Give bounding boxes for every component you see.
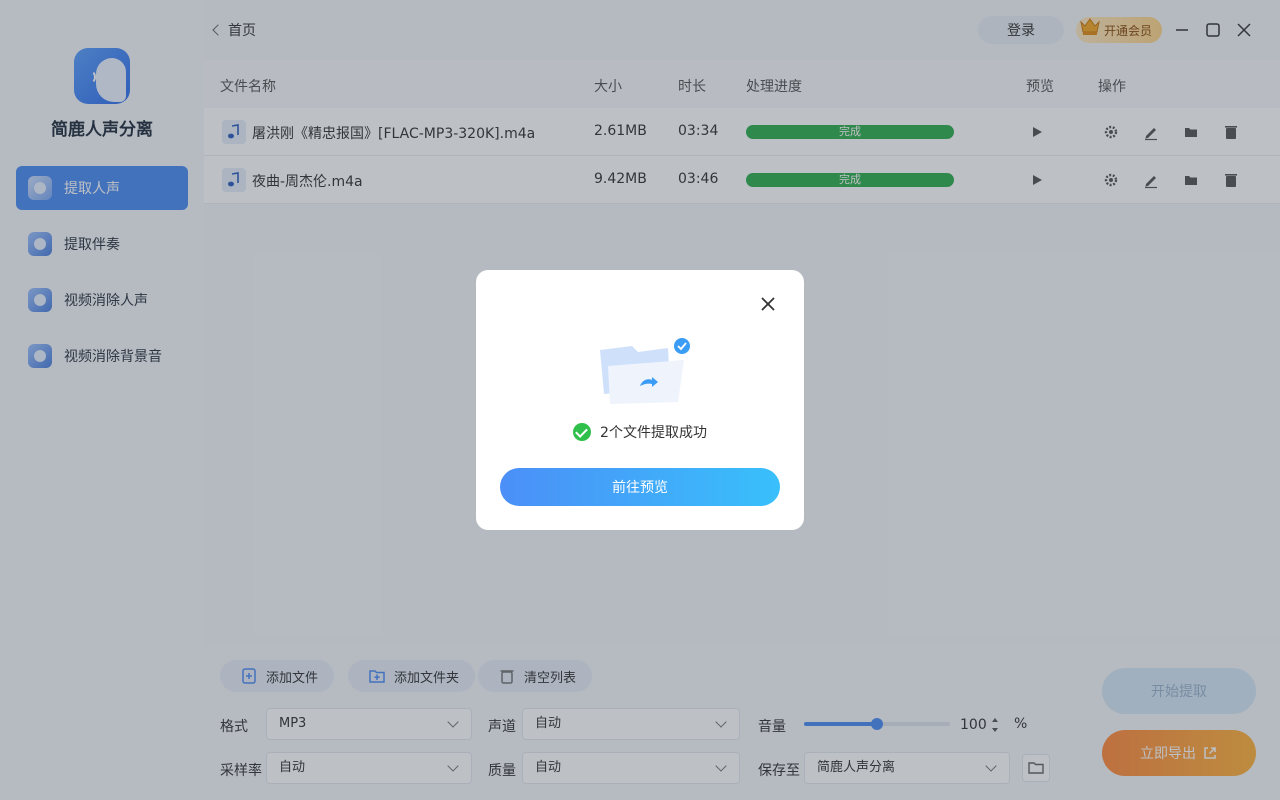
success-dialog: 2个文件提取成功 前往预览: [476, 270, 804, 530]
check-circle-icon: [573, 423, 592, 441]
go-preview-button[interactable]: 前往预览: [500, 468, 780, 506]
close-icon[interactable]: [760, 296, 776, 312]
success-text: 2个文件提取成功: [600, 425, 707, 441]
folder-success-icon: [600, 336, 692, 404]
success-message: 2个文件提取成功: [476, 422, 804, 442]
